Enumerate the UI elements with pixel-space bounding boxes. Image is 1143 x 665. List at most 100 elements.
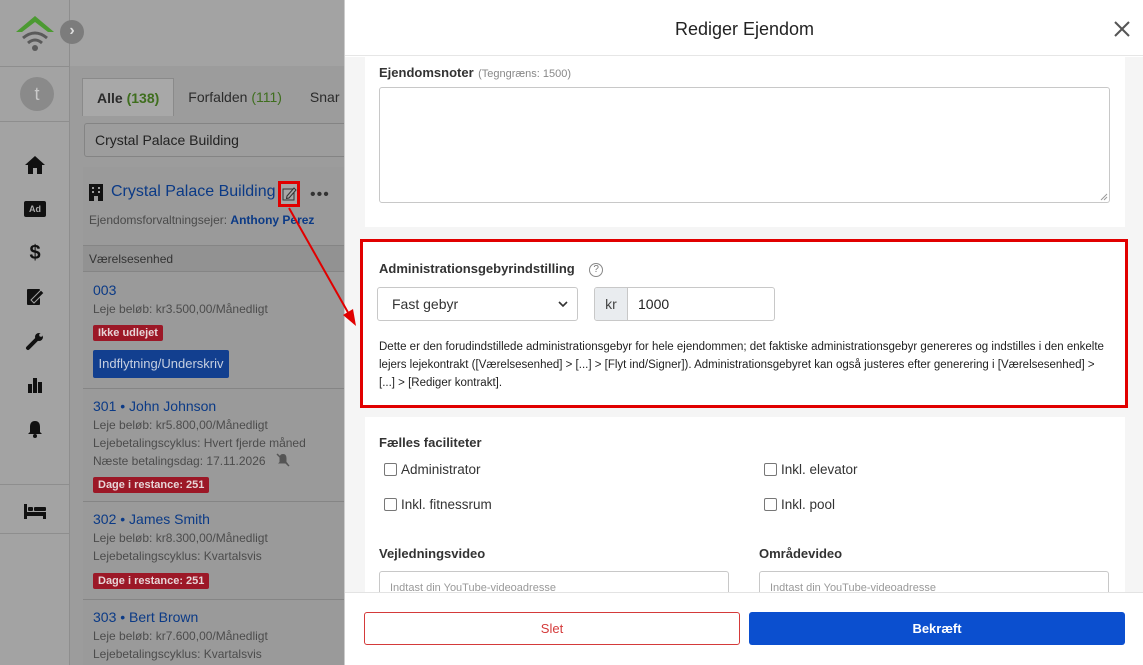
tab-count: (138) — [126, 90, 160, 106]
property-search-input[interactable]: Crystal Palace Building — [84, 123, 354, 157]
unit-rent: Leje beløb: kr5.800,00/Månedligt — [93, 418, 268, 432]
contract-icon[interactable] — [22, 285, 48, 309]
home-icon[interactable] — [22, 153, 48, 177]
unit-title[interactable]: 302 • James Smith — [93, 511, 210, 527]
chevron-down-icon — [558, 301, 568, 308]
tab-count: (111) — [251, 89, 282, 105]
expand-nav-button[interactable]: › — [60, 20, 84, 44]
unit-title[interactable]: 303 • Bert Brown — [93, 609, 198, 625]
admin-fee-panel: Administrationsgebyrindstilling ? Fast g… — [360, 239, 1128, 408]
checkbox-administrator[interactable]: Administrator — [384, 462, 481, 477]
unit-title[interactable]: 003 — [93, 282, 116, 298]
property-name[interactable]: Crystal Palace Building — [111, 183, 276, 201]
checkbox-label: Inkl. elevator — [781, 462, 858, 477]
tab-soon[interactable]: Snar b — [296, 78, 351, 116]
unit-rent: Leje beløb: kr3.500,00/Månedligt — [93, 302, 268, 316]
move-in-button[interactable]: Indflytning/Underskriv — [93, 350, 229, 378]
list-item: 301 • John Johnson Leje beløb: kr5.800,0… — [83, 389, 353, 501]
guide-video-input[interactable]: Indtast din YouTube-videoadresse — [379, 571, 729, 592]
status-badge: Ikke udlejet — [93, 325, 163, 341]
tab-label: Forfalden — [188, 89, 248, 105]
area-video-label: Områdevideo — [759, 546, 843, 561]
owner-label: Ejendomsforvaltningsejer: — [89, 213, 228, 227]
building-icon — [89, 184, 103, 201]
checkbox-box[interactable] — [384, 498, 397, 511]
unit-rent: Leje beløb: kr8.300,00/Månedligt — [93, 531, 268, 545]
confirm-button[interactable]: Bekræft — [749, 612, 1125, 645]
tab-label: Alle — [97, 90, 123, 106]
unit-cycle: Lejebetalingscyklus: Hvert fjerde måned — [93, 436, 306, 450]
bell-off-icon — [276, 453, 290, 467]
ad-icon[interactable]: Ad — [22, 197, 48, 221]
admin-fee-label-text: Administrationsgebyrindstilling — [379, 261, 575, 276]
notes-label: Ejendomsnoter (Tegngræns: 1500) — [379, 64, 571, 82]
fee-amount-group: kr 1000 — [594, 287, 775, 321]
currency-addon: kr — [595, 288, 628, 320]
list-item: 303 • Bert Brown Leje beløb: kr7.600,00/… — [83, 600, 353, 665]
checkbox-box[interactable] — [384, 463, 397, 476]
notes-panel: Ejendomsnoter (Tegngræns: 1500) — [365, 57, 1125, 227]
bell-icon[interactable] — [22, 417, 48, 441]
facilities-panel: Fælles faciliteter Administrator Inkl. e… — [365, 417, 1125, 592]
dollar-icon[interactable]: $ — [22, 241, 48, 265]
close-icon[interactable] — [1113, 20, 1131, 38]
help-icon[interactable]: ? — [589, 263, 604, 277]
checkbox-label: Inkl. fitnessrum — [401, 497, 492, 512]
list-item: 003 Leje beløb: kr3.500,00/Månedligt Ikk… — [83, 273, 353, 388]
more-options-icon[interactable]: ••• — [310, 186, 330, 204]
section-header: Værelsesenhed — [83, 245, 353, 272]
avatar[interactable]: t — [20, 77, 54, 111]
bed-icon[interactable] — [22, 499, 48, 523]
unit-cycle: Lejebetalingscyklus: Kvartalsvis — [93, 647, 262, 661]
checkbox-fitness[interactable]: Inkl. fitnessrum — [384, 497, 492, 512]
logo-icon — [16, 16, 54, 51]
guide-video-label: Vejledningsvideo — [379, 546, 486, 561]
unit-rent: Leje beløb: kr7.600,00/Månedligt — [93, 629, 268, 643]
nav-rail: › t Ad $ — [0, 0, 84, 665]
owner-name[interactable]: Anthony Perez — [230, 213, 314, 227]
ad-icon-label: Ad — [24, 201, 46, 217]
nav-divider — [0, 121, 70, 122]
notes-textarea[interactable] — [379, 87, 1110, 203]
checkbox-box[interactable] — [764, 498, 777, 511]
status-badge: Dage i restance: 251 — [93, 477, 210, 493]
edit-property-button[interactable] — [278, 181, 300, 207]
area-video-input[interactable]: Indtast din YouTube-videoadresse — [759, 571, 1109, 592]
edit-property-dialog: Rediger Ejendom Ejendomsnoter (Tegngræns… — [344, 0, 1143, 665]
nav-divider — [0, 533, 70, 534]
facilities-label: Fælles faciliteter — [379, 435, 482, 450]
fee-amount-input[interactable]: 1000 — [628, 288, 774, 320]
dialog-footer: Slet Bekræft — [345, 592, 1143, 665]
admin-fee-description: Dette er den forudindstillede administra… — [379, 341, 1104, 389]
checkbox-box[interactable] — [764, 463, 777, 476]
nav-divider — [0, 484, 70, 485]
edit-icon — [282, 187, 297, 201]
resize-handle-icon[interactable] — [1100, 193, 1108, 201]
property-header: Crystal Palace Building — [88, 183, 276, 201]
checkbox-label: Administrator — [401, 462, 481, 477]
unit-title[interactable]: 301 • John Johnson — [93, 398, 216, 414]
top-bar — [70, 0, 350, 66]
checkbox-elevator[interactable]: Inkl. elevator — [764, 462, 858, 477]
notes-label-text: Ejendomsnoter — [379, 65, 474, 80]
checkbox-label: Inkl. pool — [781, 497, 836, 512]
fee-type-value: Fast gebyr — [392, 296, 459, 312]
tab-overdue[interactable]: Forfalden (111) — [174, 78, 296, 116]
dialog-body: Ejendomsnoter (Tegngræns: 1500) Administ… — [345, 57, 1143, 592]
filter-tabs: Alle (138) Forfalden (111) Snar b — [82, 78, 351, 116]
property-owner: Ejendomsforvaltningsejer: Anthony Perez — [89, 213, 314, 227]
notes-limit-hint: (Tegngræns: 1500) — [478, 68, 572, 80]
delete-button[interactable]: Slet — [364, 612, 740, 645]
tab-all[interactable]: Alle (138) — [82, 78, 175, 116]
unit-next-payment: Næste betalingsdag: 17.11.2026 — [93, 454, 266, 468]
status-badge: Dage i restance: 251 — [93, 573, 210, 589]
unit-cycle: Lejebetalingscyklus: Kvartalsvis — [93, 549, 262, 563]
admin-fee-label: Administrationsgebyrindstilling ? — [379, 260, 604, 278]
nav-divider — [0, 66, 70, 67]
wrench-icon[interactable] — [22, 329, 48, 353]
dialog-title: Rediger Ejendom — [345, 0, 1143, 56]
list-item: 302 • James Smith Leje beløb: kr8.300,00… — [83, 502, 353, 599]
fee-type-select[interactable]: Fast gebyr — [377, 287, 578, 321]
checkbox-pool[interactable]: Inkl. pool — [764, 497, 835, 512]
chart-icon[interactable] — [22, 373, 48, 397]
